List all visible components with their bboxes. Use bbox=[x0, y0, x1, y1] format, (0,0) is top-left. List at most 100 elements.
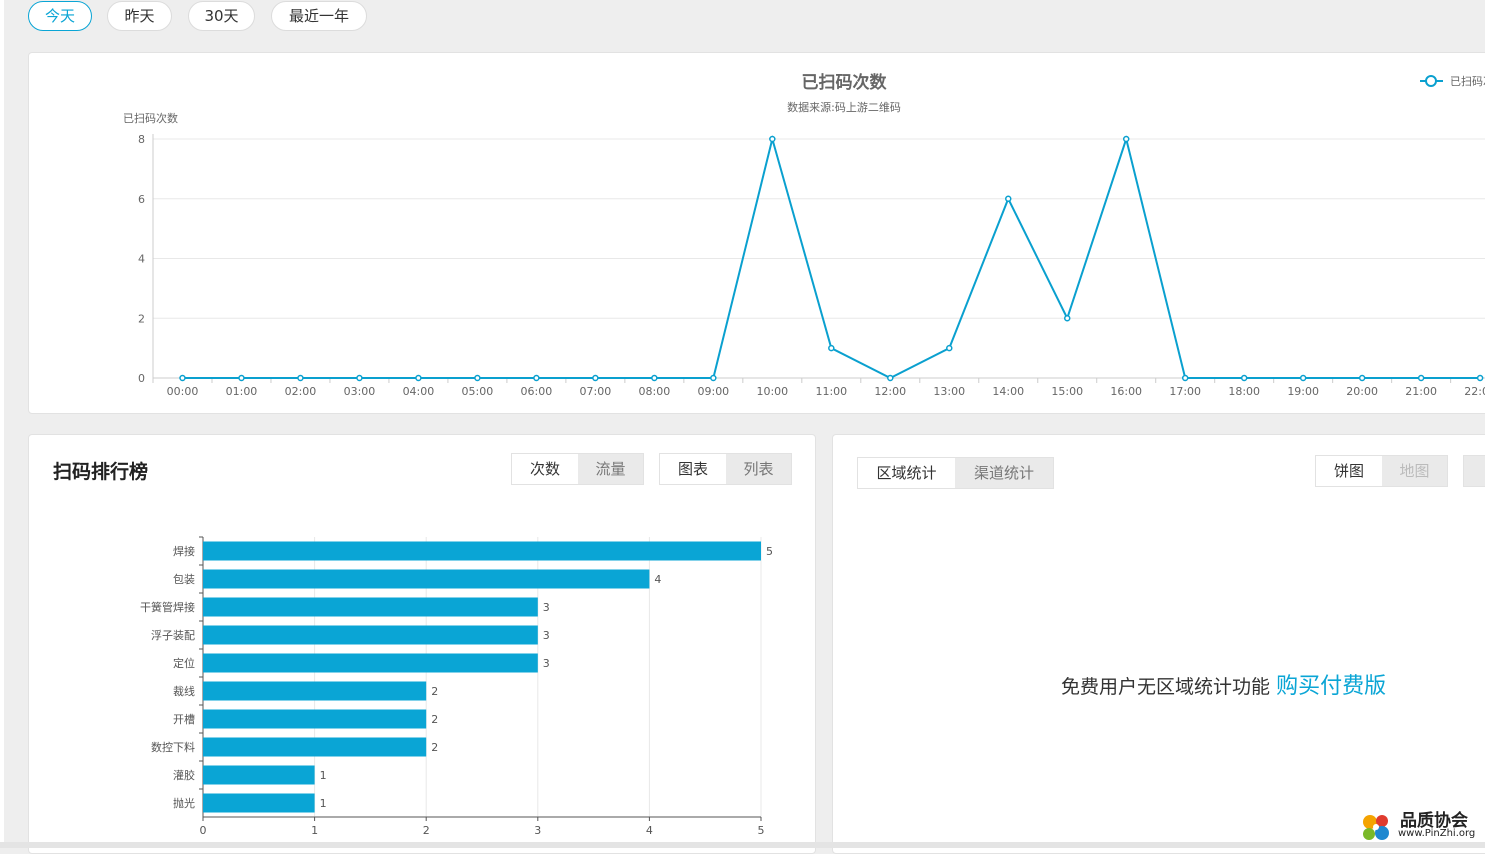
bar-value-label: 3 bbox=[543, 629, 550, 642]
bar[interactable] bbox=[203, 541, 761, 561]
range-tab-30-days[interactable]: 30天 bbox=[188, 1, 255, 31]
y-tick-label: 6 bbox=[138, 193, 145, 206]
data-point[interactable] bbox=[1299, 374, 1307, 382]
left-edge-strip bbox=[0, 0, 4, 848]
category-label: 抛光 bbox=[173, 796, 195, 810]
chart-subtitle: 数据来源:码上游二维码 bbox=[787, 100, 901, 114]
category-label: 裁线 bbox=[173, 684, 195, 698]
y-tick-label: 0 bbox=[138, 372, 145, 385]
bar[interactable] bbox=[203, 737, 427, 757]
data-point[interactable] bbox=[1122, 135, 1130, 143]
x-tick-label: 17:00 bbox=[1169, 385, 1201, 398]
bottom-edge-strip bbox=[0, 842, 1485, 848]
bar-value-label: 2 bbox=[431, 713, 438, 726]
x-tick-label: 18:00 bbox=[1228, 385, 1260, 398]
x-tick-label: 09:00 bbox=[697, 385, 729, 398]
scan-ranking-card: 扫码排行榜 次数 流量 图表 列表 0 1 2 3 4 5 焊接 包装 干簧管焊接 浮子装配 定位裁… bbox=[28, 434, 816, 854]
data-point[interactable] bbox=[1240, 374, 1248, 382]
x-tick-label: 21:00 bbox=[1405, 385, 1437, 398]
data-point[interactable] bbox=[946, 344, 953, 352]
x-tick-label: 11:00 bbox=[815, 385, 847, 398]
watermark-logo: 品质协会 www.PinZhi.org bbox=[1358, 808, 1482, 844]
data-point[interactable] bbox=[415, 374, 422, 382]
bar[interactable] bbox=[203, 709, 427, 729]
flower-logo-icon bbox=[1363, 815, 1389, 840]
x-tick-label: 16:00 bbox=[1110, 385, 1142, 398]
x-tick-label: 05:00 bbox=[462, 385, 494, 398]
data-point[interactable] bbox=[651, 374, 658, 382]
bar[interactable] bbox=[203, 653, 538, 673]
data-point[interactable] bbox=[592, 374, 599, 382]
watermark-site: www.PinZhi.org bbox=[1398, 828, 1476, 839]
range-tab-yesterday[interactable]: 昨天 bbox=[107, 1, 172, 31]
data-point[interactable] bbox=[179, 374, 186, 382]
bar[interactable] bbox=[203, 681, 427, 701]
view-map-button[interactable]: 地图 bbox=[1382, 456, 1447, 486]
data-point[interactable] bbox=[887, 374, 894, 382]
extra-toggle-partial[interactable] bbox=[1463, 455, 1485, 487]
bar-value-label: 3 bbox=[543, 657, 550, 670]
scan-trend-card: 已扫码次数 数据来源:码上游二维码 已扫码次数 已扫码次数 0 2 4 6 8 00:0… bbox=[28, 52, 1485, 414]
bar[interactable] bbox=[203, 625, 538, 645]
bar[interactable] bbox=[203, 597, 538, 617]
bar[interactable] bbox=[203, 569, 650, 589]
x-tick-label: 13:00 bbox=[933, 385, 965, 398]
x-tick-label: 5 bbox=[758, 824, 765, 837]
stats-type-tabs: 区域统计 渠道统计 bbox=[857, 457, 1054, 489]
range-tab-last-year[interactable]: 最近一年 bbox=[271, 1, 367, 31]
notice-text: 免费用户无区域统计功能 bbox=[1061, 676, 1271, 698]
data-point[interactable] bbox=[710, 374, 717, 382]
bar[interactable] bbox=[203, 793, 315, 813]
bars: 5 4 3 3 3 2 2 2 1 1 bbox=[203, 541, 773, 813]
category-label: 焊接 bbox=[173, 544, 195, 558]
data-point[interactable] bbox=[1417, 374, 1425, 382]
category-label: 定位 bbox=[173, 656, 195, 670]
x-tick-label: 00:00 bbox=[167, 385, 199, 398]
y-tick-label: 4 bbox=[138, 253, 145, 266]
buy-paid-version-link[interactable]: 购买付费版 bbox=[1276, 674, 1386, 699]
y-axis-title: 已扫码次数 bbox=[123, 111, 178, 125]
y-tick-labels: 0 2 4 6 8 bbox=[138, 133, 145, 385]
y-tick-label: 2 bbox=[138, 312, 145, 325]
x-tick-label: 1 bbox=[311, 824, 318, 837]
data-point[interactable] bbox=[474, 374, 481, 382]
tab-channel-stats[interactable]: 渠道统计 bbox=[955, 458, 1053, 488]
x-tick-label: 15:00 bbox=[1051, 385, 1083, 398]
range-tab-today[interactable]: 今天 bbox=[28, 1, 92, 31]
data-point[interactable] bbox=[1063, 315, 1071, 322]
bar[interactable] bbox=[203, 765, 315, 785]
data-point[interactable] bbox=[828, 344, 835, 352]
view-pie-button[interactable]: 饼图 bbox=[1316, 456, 1382, 486]
tab-region-stats[interactable]: 区域统计 bbox=[858, 458, 955, 488]
x-tick-label: 10:00 bbox=[756, 385, 788, 398]
ranking-bar-chart: 0 1 2 3 4 5 焊接包装干簧管焊接浮子装配定位裁线开槽数控下料灌胶抛光 5 4 3 3 3 2… bbox=[140, 536, 773, 837]
x-tick-label: 07:00 bbox=[580, 385, 612, 398]
category-label: 干簧管焊接 bbox=[140, 600, 195, 614]
x-tick-label: 12:00 bbox=[874, 385, 906, 398]
chart-legend[interactable]: 已扫码次数 bbox=[1420, 74, 1485, 88]
data-point[interactable] bbox=[1476, 374, 1484, 382]
category-label: 浮子装配 bbox=[151, 629, 195, 642]
bar-value-label: 2 bbox=[431, 685, 438, 698]
x-tick-label: 3 bbox=[534, 824, 541, 837]
x-tick-label: 03:00 bbox=[344, 385, 376, 398]
x-tick-label: 19:00 bbox=[1287, 385, 1319, 398]
data-point[interactable] bbox=[1005, 195, 1012, 202]
data-point[interactable] bbox=[1358, 374, 1366, 382]
data-point[interactable] bbox=[297, 374, 304, 382]
data-point[interactable] bbox=[769, 135, 776, 143]
data-point[interactable] bbox=[356, 374, 363, 382]
category-label: 开槽 bbox=[173, 713, 195, 726]
data-point[interactable] bbox=[238, 374, 245, 382]
region-view-toggle: 饼图 地图 bbox=[1315, 455, 1448, 487]
x-tick-label: 22:00 bbox=[1464, 385, 1485, 398]
x-axis: 00:00 01:00 02:00 03:00 04:00 05:00 06:00 07:00… bbox=[152, 377, 1485, 398]
data-point[interactable] bbox=[1181, 374, 1189, 382]
bar-value-label: 1 bbox=[320, 769, 327, 782]
y-gridlines bbox=[152, 134, 1485, 379]
bar-value-label: 3 bbox=[543, 601, 550, 614]
chart-title: 已扫码次数 bbox=[802, 72, 888, 93]
x-tick-label: 2 bbox=[423, 824, 430, 837]
data-point[interactable] bbox=[533, 374, 540, 382]
x-tick-label: 02:00 bbox=[285, 385, 317, 398]
